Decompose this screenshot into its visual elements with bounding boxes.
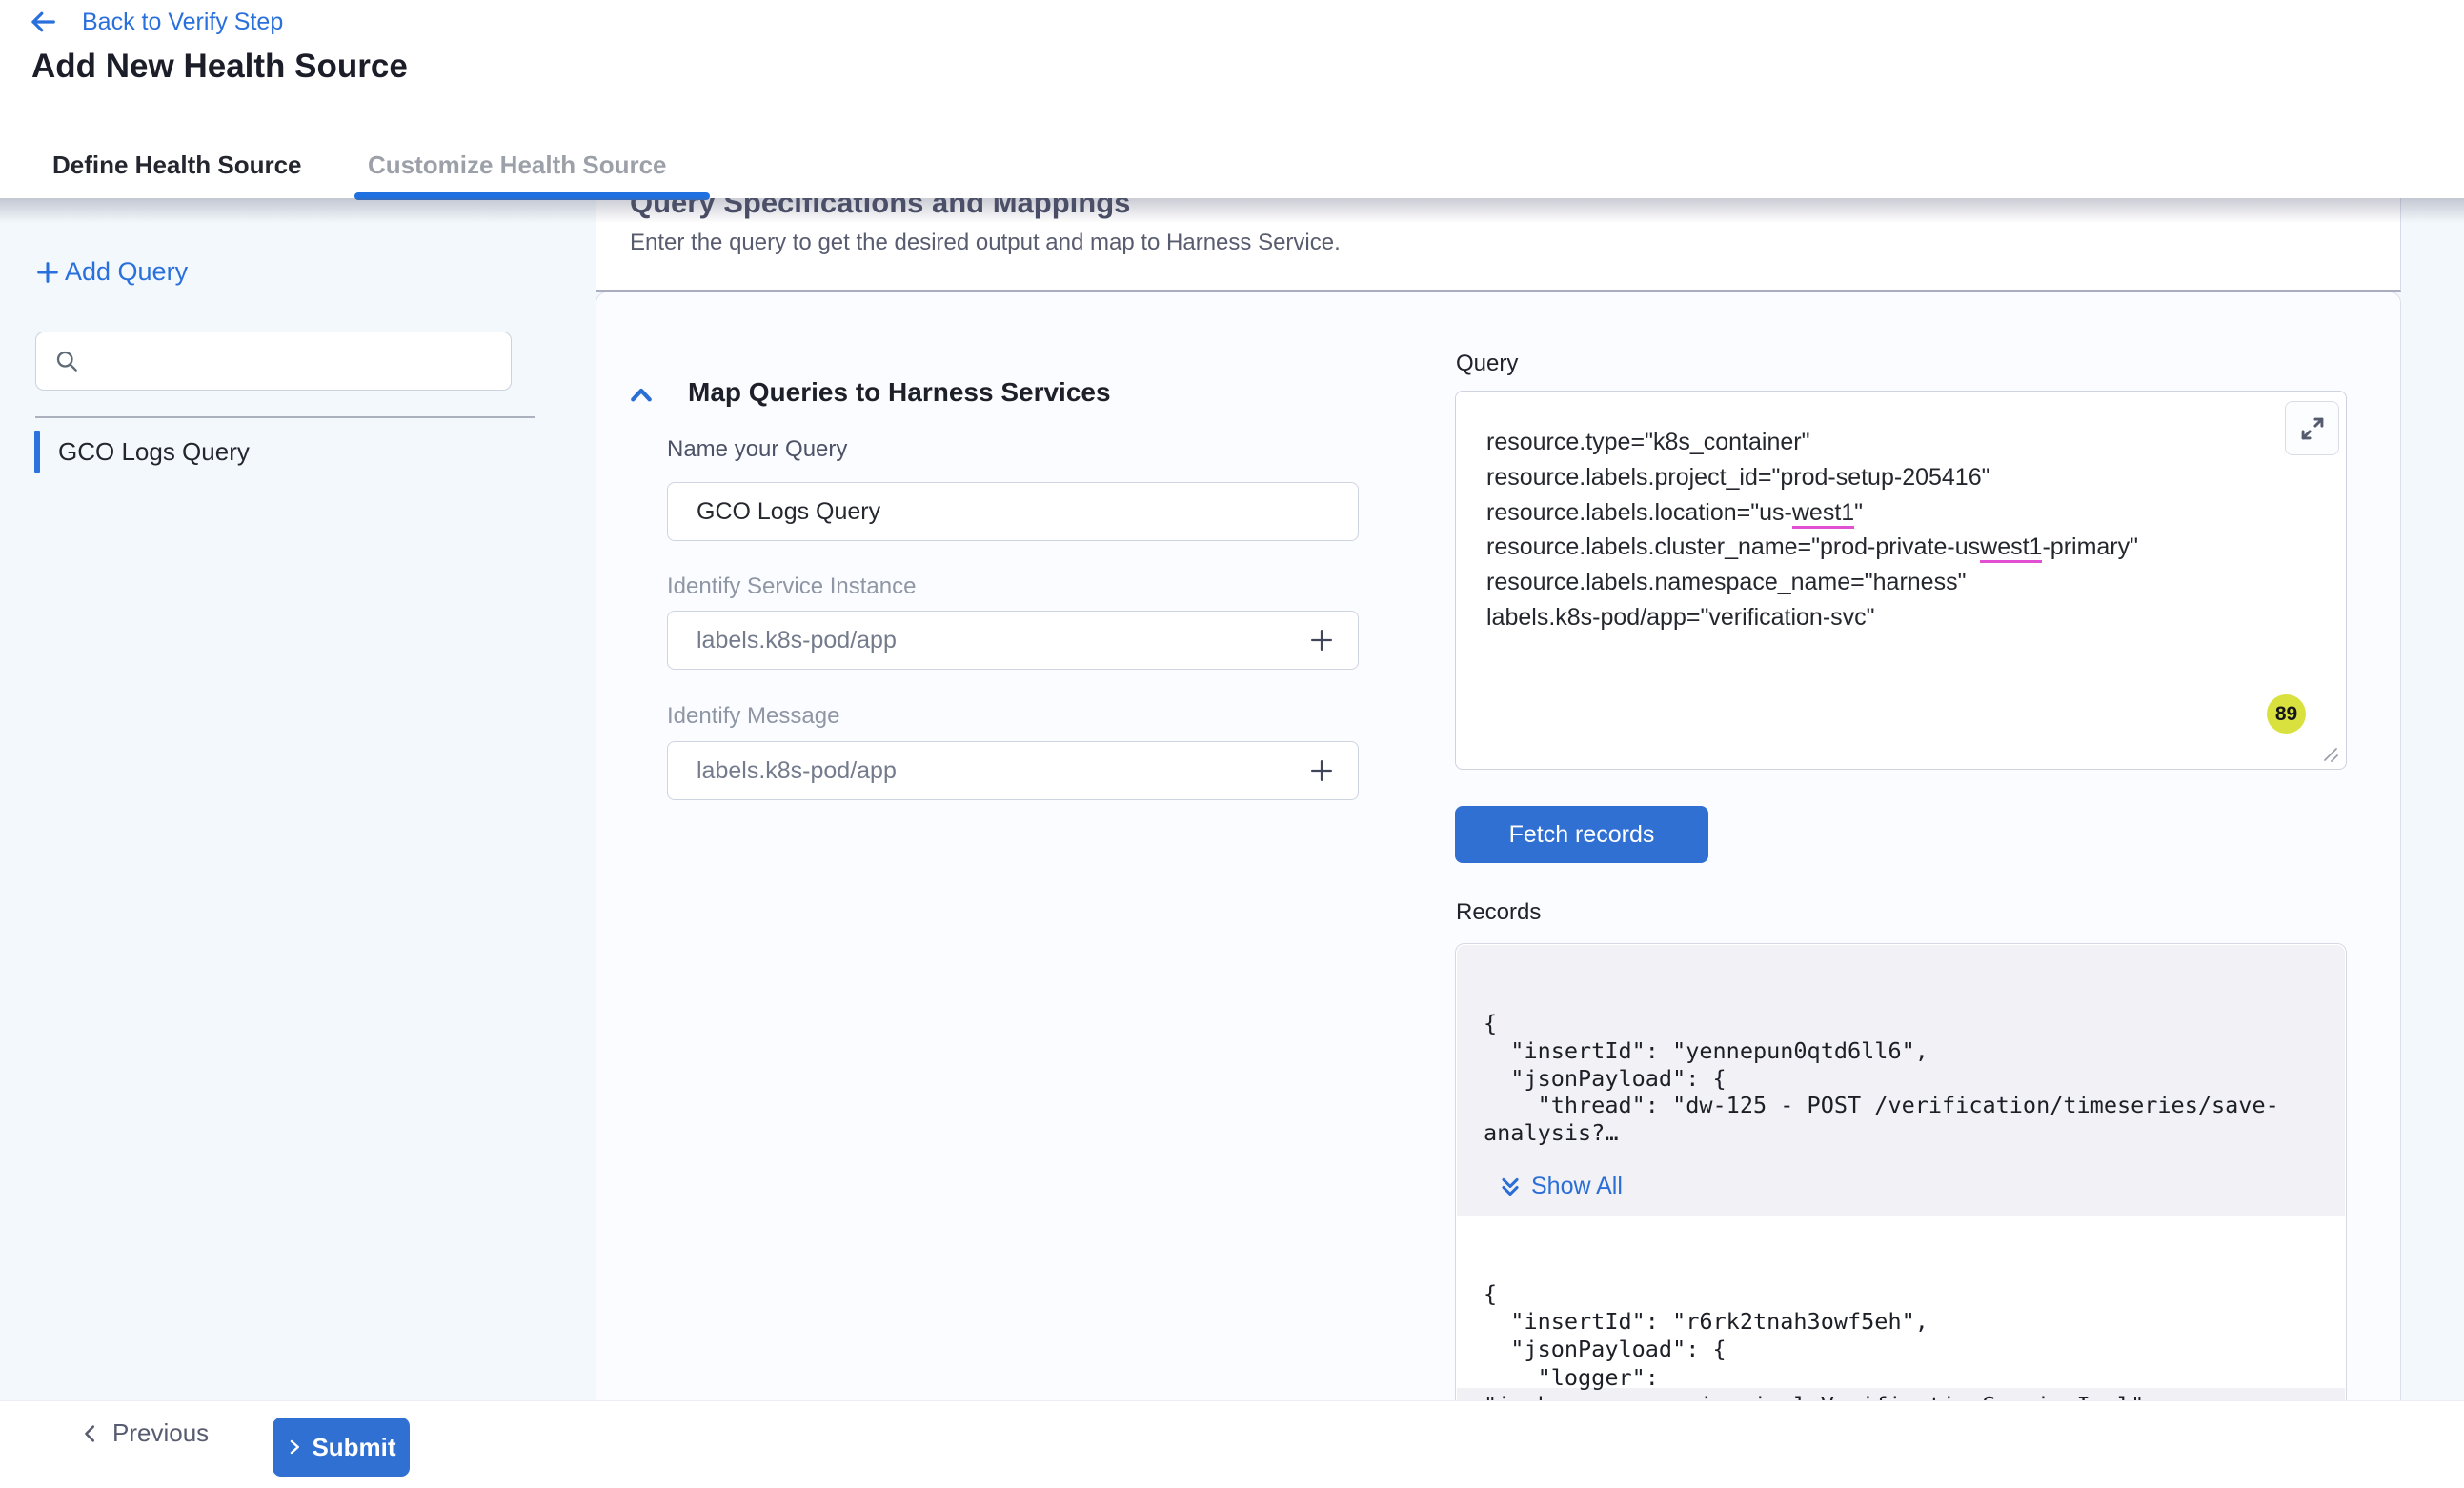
- chevron-right-icon: [286, 1438, 303, 1456]
- query-specifications-header: Query Specifications and Mappings Enter …: [596, 198, 2401, 292]
- textarea-resize-handle[interactable]: [2317, 741, 2340, 769]
- sidebar-divider: [35, 416, 535, 418]
- show-all-label: Show All: [1531, 1173, 1623, 1200]
- tab-customize-health-source[interactable]: Customize Health Source: [368, 131, 667, 199]
- collapse-section-button[interactable]: [627, 381, 656, 410]
- service-instance-field: [667, 611, 1359, 670]
- page-title: Add New Health Source: [31, 48, 408, 86]
- show-all-link[interactable]: Show All: [1498, 1173, 1623, 1200]
- fullscreen-icon: [2299, 415, 2326, 442]
- add-service-instance-icon[interactable]: [1308, 627, 1335, 654]
- map-queries-title: Map Queries to Harness Services: [688, 377, 1111, 408]
- expand-query-button[interactable]: [2285, 401, 2339, 455]
- active-tab-underline: [354, 192, 710, 200]
- name-your-query-label: Name your Query: [667, 436, 847, 463]
- selected-indicator: [34, 431, 40, 473]
- query-search-box: [35, 332, 512, 391]
- record-1-json: { "insertId": "yennepun0qtd6ll6", "jsonP…: [1484, 1010, 2279, 1147]
- service-instance-input[interactable]: [697, 627, 1308, 654]
- identify-service-instance-label: Identify Service Instance: [667, 573, 916, 600]
- chevron-left-icon: [80, 1423, 101, 1444]
- back-link-label: Back to Verify Step: [82, 9, 283, 36]
- section-subtitle: Enter the query to get the desired outpu…: [630, 230, 1341, 256]
- query-text: resource.type="k8s_container" resource.l…: [1486, 425, 2306, 635]
- identify-message-label: Identify Message: [667, 703, 839, 730]
- add-query-label: Add Query: [65, 257, 188, 287]
- add-health-source-page: Back to Verify Step Add New Health Sourc…: [0, 0, 2464, 1488]
- back-arrow-icon: [29, 8, 57, 36]
- footer-bar: Previous Submit: [0, 1400, 2464, 1488]
- records-label: Records: [1456, 899, 1541, 926]
- query-label: Query: [1456, 351, 1518, 377]
- back-to-verify-link[interactable]: Back to Verify Step: [29, 8, 283, 36]
- query-name-input[interactable]: [697, 498, 1335, 526]
- message-input[interactable]: [697, 757, 1308, 785]
- query-name-field: [667, 482, 1359, 541]
- section-title: Query Specifications and Mappings: [630, 198, 1130, 220]
- message-field: [667, 741, 1359, 800]
- submit-label: Submit: [312, 1433, 395, 1462]
- fetch-records-button[interactable]: Fetch records: [1455, 806, 1708, 863]
- chevron-up-icon: [627, 381, 656, 410]
- previous-label: Previous: [112, 1418, 209, 1448]
- tab-bar: Define Health Source Customize Health So…: [0, 131, 2464, 198]
- tab-define-health-source[interactable]: Define Health Source: [52, 131, 302, 199]
- search-icon: [53, 348, 80, 374]
- record-count-badge: 89: [2267, 694, 2306, 734]
- double-chevron-down-icon: [1498, 1175, 1523, 1199]
- add-message-icon[interactable]: [1308, 757, 1335, 784]
- submit-button[interactable]: Submit: [273, 1418, 410, 1477]
- search-input[interactable]: [91, 337, 511, 385]
- previous-button[interactable]: Previous: [80, 1418, 209, 1448]
- add-query-button[interactable]: Add Query: [34, 257, 188, 287]
- record-2-json: { "insertId": "r6rk2tnah3owf5eh", "jsonP…: [1484, 1280, 2144, 1419]
- query-item-label: GCO Logs Query: [58, 437, 250, 467]
- sidebar-item-gco-logs-query[interactable]: GCO Logs Query: [34, 431, 250, 473]
- plus-icon: [34, 259, 61, 286]
